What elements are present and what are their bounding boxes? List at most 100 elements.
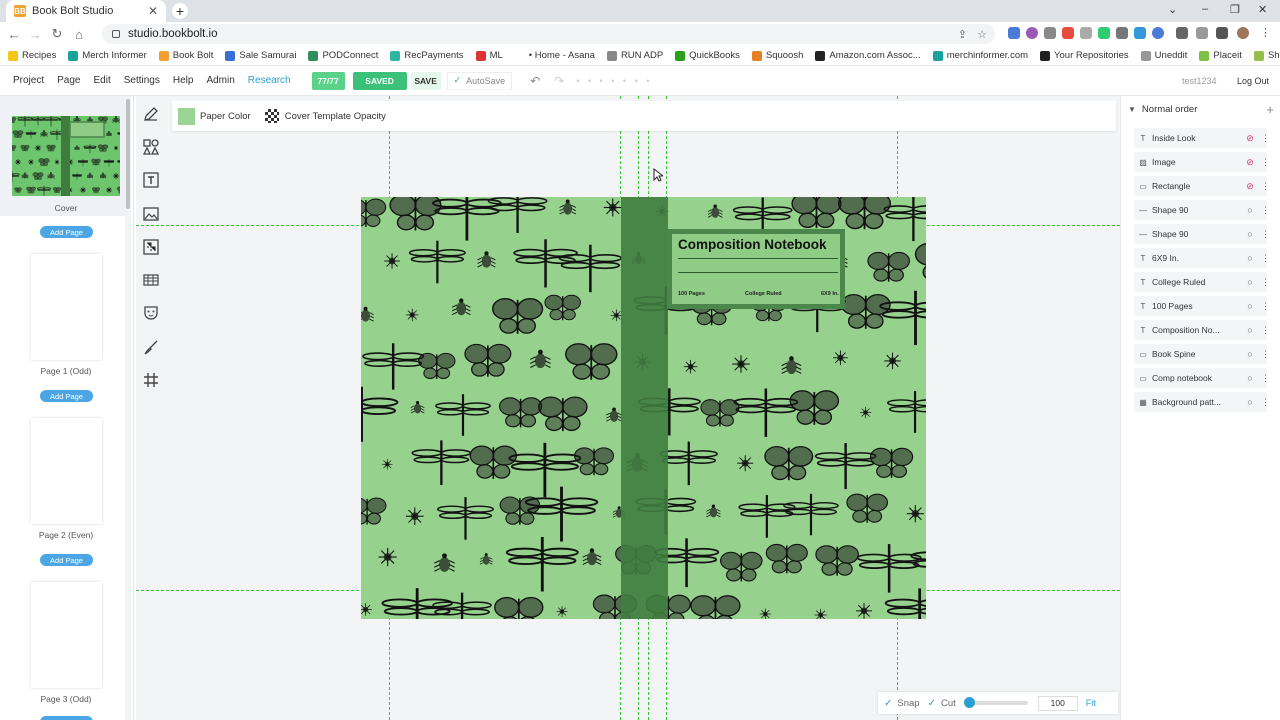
book-spine[interactable]: [621, 197, 668, 619]
layer-row[interactable]: T 6X9 In. ○ ⋮: [1134, 248, 1270, 268]
reload-icon[interactable]: ↻: [47, 26, 67, 42]
visibility-circle-icon[interactable]: ○: [1245, 325, 1255, 335]
layer-name[interactable]: Rectangle: [1152, 181, 1245, 191]
paper-color-swatch[interactable]: [178, 107, 195, 125]
layer-row[interactable]: ▭ Rectangle ⊘ ⋮: [1134, 176, 1270, 196]
redo-icon[interactable]: ↷: [554, 74, 564, 88]
layer-row[interactable]: T College Ruled ○ ⋮: [1134, 272, 1270, 292]
undo-icon[interactable]: ↶: [530, 74, 540, 88]
extension-icon[interactable]: [1152, 27, 1164, 39]
menu-edit[interactable]: Edit: [93, 75, 110, 86]
cut-label[interactable]: Cut: [941, 698, 956, 709]
chevron-down-icon[interactable]: ▼: [1128, 105, 1136, 114]
layer-order-label[interactable]: Normal order: [1142, 104, 1197, 115]
layer-menu-icon[interactable]: ⋮: [1261, 205, 1270, 216]
image-tool-icon[interactable]: [143, 206, 159, 222]
extension-icon[interactable]: [1062, 27, 1074, 39]
visibility-circle-icon[interactable]: ○: [1245, 349, 1255, 359]
add-page-button[interactable]: Add Page: [40, 390, 93, 402]
cover-thumbnail-container[interactable]: [0, 96, 125, 216]
label-rule-line[interactable]: [678, 272, 838, 273]
home-icon[interactable]: ⌂: [69, 27, 89, 42]
extension-icon[interactable]: [1116, 27, 1128, 39]
page-thumbnail[interactable]: [31, 418, 102, 524]
visibility-circle-icon[interactable]: ○: [1245, 205, 1255, 215]
puzzle-icon[interactable]: [1176, 27, 1188, 39]
back-icon[interactable]: ←: [4, 27, 24, 42]
layer-menu-icon[interactable]: ⋮: [1261, 157, 1270, 168]
layer-name[interactable]: 6X9 In.: [1152, 253, 1245, 263]
mask-tool-icon[interactable]: [143, 305, 159, 321]
layer-name[interactable]: Composition No...: [1152, 325, 1245, 335]
opacity-checker-icon[interactable]: [264, 109, 279, 123]
menu-settings[interactable]: Settings: [124, 75, 160, 86]
pattern-tool-icon[interactable]: [143, 272, 159, 288]
fit-button[interactable]: Fit: [1086, 698, 1096, 708]
browser-tab[interactable]: BB Book Bolt Studio ✕: [6, 0, 166, 22]
bookmark-item[interactable]: Your Repositories: [1040, 50, 1129, 61]
bookmark-item[interactable]: merchinformer.com: [932, 50, 1028, 61]
add-layer-icon[interactable]: +: [1266, 102, 1274, 117]
visibility-circle-icon[interactable]: ○: [1245, 253, 1255, 263]
layer-menu-icon[interactable]: ⋮: [1261, 277, 1270, 288]
layer-row[interactable]: ▨ Image ⊘ ⋮: [1134, 152, 1270, 172]
composition-label-box[interactable]: Composition Notebook 100 Pages College R…: [667, 229, 845, 309]
edit-pencil-icon[interactable]: [143, 106, 159, 122]
cover-opacity-label[interactable]: Cover Template Opacity: [285, 111, 386, 122]
cover-thumbnail[interactable]: [12, 116, 120, 196]
bookmark-item[interactable]: Placeit: [1199, 50, 1242, 61]
bookmark-item[interactable]: Merch Informer: [68, 50, 147, 61]
zoom-slider[interactable]: [963, 697, 1028, 708]
bookmark-item[interactable]: Sale Samurai: [225, 50, 296, 61]
snap-label[interactable]: Snap: [897, 698, 919, 709]
bookmark-item[interactable]: Squoosh: [751, 50, 803, 61]
extension-icon[interactable]: [1080, 27, 1092, 39]
share-icon[interactable]: ⇪: [958, 28, 967, 41]
tab-search-icon[interactable]: ⌄: [1168, 3, 1177, 16]
layer-row[interactable]: ▭ Book Spine ○ ⋮: [1134, 344, 1270, 364]
layer-row[interactable]: T Inside Look ⊘ ⋮: [1134, 128, 1270, 148]
close-tab-icon[interactable]: ✕: [148, 4, 158, 18]
bookmark-item[interactable]: Amazon.com Assoc...: [815, 50, 921, 61]
visibility-circle-icon[interactable]: ○: [1245, 373, 1255, 383]
side-panel-icon[interactable]: [1216, 27, 1228, 39]
layer-row[interactable]: — Shape 90 ○ ⋮: [1134, 200, 1270, 220]
label-rule-line[interactable]: [678, 258, 838, 259]
book-cover[interactable]: Composition Notebook 100 Pages College R…: [361, 197, 926, 619]
visibility-circle-icon[interactable]: ○: [1245, 277, 1255, 287]
bookmark-item[interactable]: Shopify: [1253, 50, 1280, 61]
layer-menu-icon[interactable]: ⋮: [1261, 229, 1270, 240]
restore-icon[interactable]: ❐: [1230, 3, 1240, 16]
menu-research[interactable]: Research: [248, 75, 291, 86]
layer-name[interactable]: Book Spine: [1152, 349, 1245, 359]
extension-icon[interactable]: [1008, 27, 1020, 39]
visibility-circle-icon[interactable]: ○: [1245, 229, 1255, 239]
browser-menu-icon[interactable]: ⋮: [1260, 26, 1271, 39]
forward-icon[interactable]: →: [25, 27, 45, 42]
pages-scroll-thumb[interactable]: [126, 99, 130, 209]
layer-row[interactable]: — Shape 90 ○ ⋮: [1134, 224, 1270, 244]
layer-name[interactable]: College Ruled: [1152, 277, 1245, 287]
bookmark-item[interactable]: RUN ADP: [606, 50, 663, 61]
brush-tool-icon[interactable]: [143, 339, 159, 355]
extension-icon[interactable]: [1098, 27, 1110, 39]
design-canvas[interactable]: Paper Color Cover Template Opacity Compo…: [136, 96, 1120, 720]
grid-tool-icon[interactable]: [143, 372, 159, 388]
zoom-input[interactable]: 100: [1037, 695, 1078, 711]
layer-menu-icon[interactable]: ⋮: [1261, 181, 1270, 192]
reading-list-icon[interactable]: [1196, 27, 1208, 39]
autosave-toggle[interactable]: ✓ AutoSave: [446, 71, 513, 90]
bookmark-item[interactable]: Uneddit: [1140, 50, 1187, 61]
snap-checkbox-icon[interactable]: ✓: [884, 698, 892, 709]
hidden-eye-icon[interactable]: ⊘: [1245, 133, 1255, 144]
bookmark-item[interactable]: RecPayments: [390, 50, 464, 61]
pages-text[interactable]: 100 Pages: [678, 291, 705, 297]
layer-name[interactable]: Inside Look: [1152, 133, 1245, 143]
profile-avatar[interactable]: [1237, 27, 1249, 39]
layer-name[interactable]: 100 Pages: [1152, 301, 1245, 311]
add-page-button[interactable]: [40, 716, 93, 720]
bookmark-item[interactable]: Recipes: [8, 50, 56, 61]
ruling-text[interactable]: College Ruled: [745, 291, 782, 297]
layer-name[interactable]: Comp notebook: [1152, 373, 1245, 383]
minimize-icon[interactable]: –: [1202, 3, 1208, 15]
